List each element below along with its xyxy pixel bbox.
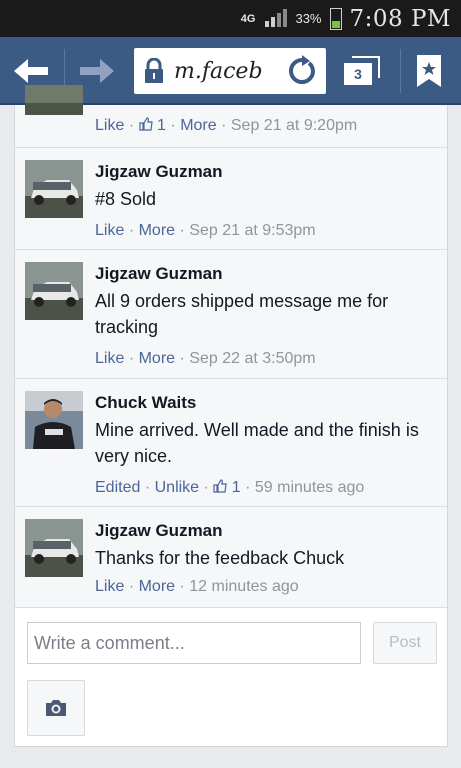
comment-item: Chuck Waits Mine arrived. Well made and …: [15, 379, 447, 507]
more-link[interactable]: More: [139, 578, 175, 595]
avatar[interactable]: [25, 262, 83, 320]
comment-meta: Like · More · Sep 22 at 3:50pm: [95, 350, 316, 367]
battery-percent: 33%: [295, 11, 322, 26]
edited-link[interactable]: Edited: [95, 479, 140, 496]
status-bar: 4G 33% 7:08 PM: [0, 0, 461, 37]
toolbar-divider: [400, 49, 401, 93]
comments-panel: Like · 1 · More · Sep 21 at 9:20pm Jigza…: [14, 85, 448, 747]
comment-author[interactable]: Jigzaw Guzman: [95, 162, 223, 182]
comment-text: All 9 orders shipped message me for trac…: [95, 291, 389, 337]
comment-author[interactable]: Jigzaw Guzman: [95, 264, 223, 284]
comment-text: Thanks for the feedback Chuck: [95, 548, 345, 568]
comment-meta: Like · 1 · More · Sep 21 at 9:20pm: [95, 117, 358, 134]
more-link[interactable]: More: [180, 117, 216, 134]
battery-icon: [329, 7, 342, 30]
comment-composer: Post: [15, 608, 447, 746]
comment-timestamp: 12 minutes ago: [189, 578, 299, 595]
camera-icon: [46, 700, 66, 716]
like-link[interactable]: Like: [95, 222, 124, 239]
comment-item: Like · 1 · More · Sep 21 at 9:20pm: [15, 85, 447, 148]
comment-timestamp: Sep 21 at 9:20pm: [230, 117, 358, 134]
url-bar[interactable]: m.faceb: [134, 48, 326, 94]
comment-timestamp: 59 minutes ago: [254, 479, 365, 496]
avatar[interactable]: [25, 519, 83, 577]
comment-item: Jigzaw Guzman Thanks for the feedback Ch…: [15, 507, 447, 608]
comment-timestamp: Sep 22 at 3:50pm: [189, 350, 316, 367]
comment-meta: Like · More · 12 minutes ago: [95, 578, 299, 595]
thumbs-up-icon: [213, 479, 227, 493]
unlike-link[interactable]: Unlike: [155, 479, 199, 496]
tabs-button[interactable]: 3: [344, 53, 384, 89]
comment-meta: Edited · Unlike · 1 · 59 minutes ago: [95, 479, 365, 496]
like-count[interactable]: 1: [232, 479, 241, 496]
comment-timestamp: Sep 21 at 9:53pm: [189, 222, 316, 239]
bookmark-icon[interactable]: [414, 53, 444, 89]
avatar[interactable]: [25, 160, 83, 218]
reload-icon[interactable]: [286, 55, 318, 87]
comment-text: Mine arrived. Well made and the finish i…: [95, 420, 419, 466]
like-link[interactable]: Like: [95, 117, 124, 134]
lock-icon: [144, 57, 164, 84]
more-link[interactable]: More: [139, 222, 175, 239]
avatar[interactable]: [25, 391, 83, 449]
comment-author[interactable]: Jigzaw Guzman: [95, 521, 223, 541]
like-link[interactable]: Like: [95, 578, 124, 595]
comment-meta: Like · More · Sep 21 at 9:53pm: [95, 222, 316, 239]
comment-author[interactable]: Chuck Waits: [95, 393, 196, 413]
signal-icon: [263, 8, 288, 29]
comment-input[interactable]: [27, 622, 361, 664]
more-link[interactable]: More: [139, 350, 175, 367]
url-text[interactable]: m.faceb: [174, 59, 284, 84]
avatar[interactable]: [25, 85, 83, 115]
like-link[interactable]: Like: [95, 350, 124, 367]
thumbs-up-icon: [138, 117, 153, 131]
like-count[interactable]: 1: [157, 117, 166, 134]
comment-item: Jigzaw Guzman All 9 orders shipped messa…: [15, 250, 447, 379]
tabs-count: 3: [344, 63, 372, 85]
comment-item: Jigzaw Guzman #8 Sold Like · More · Sep …: [15, 148, 447, 250]
camera-button[interactable]: [27, 680, 85, 736]
clock: 7:08 PM: [349, 5, 451, 32]
comment-text: #8 Sold: [95, 189, 157, 209]
post-button[interactable]: Post: [373, 622, 437, 664]
data-network-icon: 4G: [240, 12, 256, 25]
